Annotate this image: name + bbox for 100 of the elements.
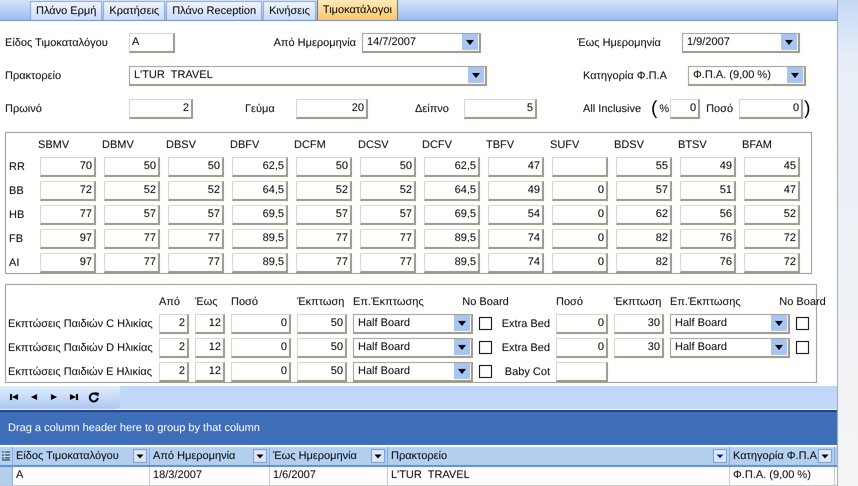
input-field[interactable]: 74 bbox=[488, 252, 544, 273]
input-field[interactable]: 0 bbox=[231, 362, 291, 382]
input-field[interactable]: 2 bbox=[159, 362, 189, 382]
filter-dropdown-icon[interactable] bbox=[713, 449, 727, 463]
input-field[interactable]: 0 bbox=[552, 252, 608, 273]
input-field[interactable]: 52 bbox=[296, 180, 352, 201]
column-header[interactable]: Από Ημερομηνία bbox=[150, 447, 270, 465]
checkbox[interactable] bbox=[796, 317, 809, 330]
input-field[interactable]: 52 bbox=[104, 180, 160, 201]
input-field[interactable]: 72 bbox=[744, 252, 800, 273]
column-header[interactable]: Κατηγορία Φ.Π.Α bbox=[730, 447, 835, 465]
input-field[interactable]: 89,5 bbox=[232, 228, 288, 249]
input-field[interactable]: 77 bbox=[296, 228, 352, 249]
input-field[interactable]: 0 bbox=[556, 314, 608, 334]
caret-icon[interactable] bbox=[787, 67, 803, 83]
input-field[interactable]: 64,5 bbox=[232, 180, 288, 201]
tab[interactable]: Κρατήσεις bbox=[103, 1, 166, 20]
caret-icon[interactable] bbox=[771, 339, 787, 356]
input-field[interactable]: 89,5 bbox=[424, 228, 480, 249]
checkbox[interactable] bbox=[796, 341, 809, 354]
input-field[interactable]: 70 bbox=[40, 156, 96, 177]
input-field[interactable]: 74 bbox=[488, 228, 544, 249]
input-field[interactable]: 77 bbox=[296, 252, 352, 273]
input-field[interactable]: 0 bbox=[739, 98, 804, 118]
input-field[interactable]: 62 bbox=[616, 204, 672, 225]
dropdown-field[interactable]: L'TUR TRAVEL bbox=[129, 66, 487, 86]
input-field[interactable]: 56 bbox=[680, 204, 736, 225]
input-field[interactable]: 64,5 bbox=[424, 180, 480, 201]
input-field[interactable]: 77 bbox=[360, 228, 416, 249]
refresh-icon[interactable] bbox=[88, 391, 100, 404]
input-field[interactable]: 97 bbox=[40, 252, 96, 273]
caret-icon[interactable] bbox=[454, 339, 470, 356]
input-field[interactable]: 50 bbox=[360, 156, 416, 177]
input-field[interactable]: 49 bbox=[680, 156, 736, 177]
dropdown-field[interactable]: Half Board bbox=[670, 338, 790, 358]
column-header[interactable]: Είδος Τιμοκαταλόγου bbox=[13, 447, 150, 465]
input-field[interactable]: A bbox=[129, 32, 175, 52]
input-field[interactable]: 97 bbox=[40, 228, 96, 249]
input-field[interactable]: 0 bbox=[670, 98, 700, 118]
input-field[interactable]: 82 bbox=[616, 252, 672, 273]
input-field[interactable]: 77 bbox=[40, 204, 96, 225]
column-header[interactable]: Πρακτορείο bbox=[388, 447, 730, 465]
input-field[interactable]: 76 bbox=[680, 252, 736, 273]
input-field[interactable]: 57 bbox=[360, 204, 416, 225]
checkbox[interactable] bbox=[479, 317, 492, 330]
column-header[interactable]: Έως Ημερομηνία bbox=[270, 447, 388, 465]
input-field[interactable]: 2 bbox=[159, 314, 189, 334]
input-field[interactable]: 57 bbox=[616, 180, 672, 201]
input-field[interactable]: 5 bbox=[464, 98, 537, 118]
input-field[interactable]: 2 bbox=[159, 338, 189, 358]
input-field[interactable]: 30 bbox=[614, 314, 664, 334]
filter-dropdown-icon[interactable] bbox=[371, 449, 385, 463]
checkbox[interactable] bbox=[479, 365, 492, 378]
input-field[interactable]: 47 bbox=[488, 156, 544, 177]
input-field[interactable]: 47 bbox=[744, 180, 800, 201]
input-field[interactable]: 54 bbox=[488, 204, 544, 225]
input-field[interactable]: 50 bbox=[297, 314, 347, 334]
input-field[interactable]: 52 bbox=[360, 180, 416, 201]
input-field[interactable]: 72 bbox=[744, 228, 800, 249]
caret-icon[interactable] bbox=[781, 34, 797, 50]
input-field[interactable]: 55 bbox=[616, 156, 672, 177]
input-field[interactable]: 0 bbox=[556, 338, 608, 358]
dropdown-field[interactable]: Half Board bbox=[670, 314, 790, 334]
input-field[interactable]: 89,5 bbox=[232, 252, 288, 273]
input-field[interactable]: 2 bbox=[129, 98, 193, 118]
input-field[interactable]: 62,5 bbox=[232, 156, 288, 177]
input-field[interactable]: 50 bbox=[296, 156, 352, 177]
input-field[interactable]: 52 bbox=[168, 180, 224, 201]
input-field[interactable]: 20 bbox=[296, 98, 368, 118]
input-field[interactable] bbox=[556, 362, 608, 382]
filter-dropdown-icon[interactable] bbox=[133, 449, 147, 463]
input-field[interactable]: 45 bbox=[744, 156, 800, 177]
input-field[interactable] bbox=[552, 156, 608, 177]
caret-icon[interactable] bbox=[771, 315, 787, 332]
dropdown-field[interactable]: 1/9/2007 bbox=[682, 32, 800, 52]
caret-icon[interactable] bbox=[454, 315, 470, 332]
tab[interactable]: Πλάνο Ερμή bbox=[30, 1, 102, 20]
input-field[interactable]: 12 bbox=[195, 338, 225, 358]
input-field[interactable]: 69,5 bbox=[232, 204, 288, 225]
input-field[interactable]: 77 bbox=[104, 228, 160, 249]
input-field[interactable]: 49 bbox=[488, 180, 544, 201]
input-field[interactable]: 62,5 bbox=[424, 156, 480, 177]
input-field[interactable]: 30 bbox=[614, 338, 664, 358]
input-field[interactable]: 77 bbox=[168, 252, 224, 273]
tab[interactable]: Πλάνο Reception bbox=[166, 1, 262, 20]
input-field[interactable]: 76 bbox=[680, 228, 736, 249]
input-field[interactable]: 0 bbox=[552, 204, 608, 225]
input-field[interactable]: 72 bbox=[40, 180, 96, 201]
checkbox[interactable] bbox=[479, 341, 492, 354]
input-field[interactable]: 57 bbox=[104, 204, 160, 225]
input-field[interactable]: 51 bbox=[680, 180, 736, 201]
filter-dropdown-icon[interactable] bbox=[818, 449, 832, 463]
input-field[interactable]: 12 bbox=[195, 362, 225, 382]
input-field[interactable]: 0 bbox=[552, 180, 608, 201]
caret-icon[interactable] bbox=[462, 34, 478, 50]
input-field[interactable]: 82 bbox=[616, 228, 672, 249]
dropdown-field[interactable]: 14/7/2007 bbox=[362, 32, 481, 52]
dropdown-field[interactable]: Half Board bbox=[353, 314, 473, 334]
tab[interactable]: Κινήσεις bbox=[263, 1, 316, 20]
input-field[interactable]: 52 bbox=[744, 204, 800, 225]
